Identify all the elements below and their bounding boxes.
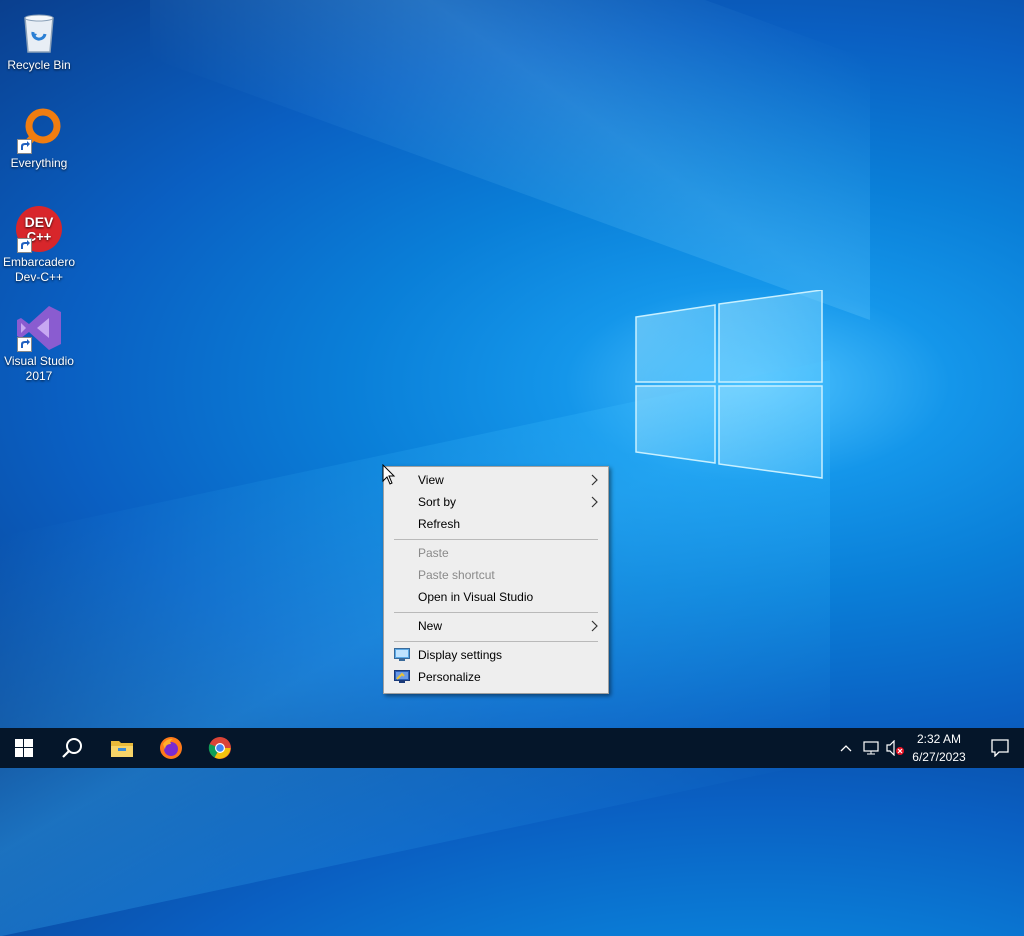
show-hidden-icons-button[interactable] bbox=[836, 728, 856, 768]
file-explorer-button[interactable] bbox=[98, 728, 146, 768]
menu-separator bbox=[394, 539, 598, 540]
devcpp-icon: DEV C++ bbox=[15, 205, 63, 253]
desktop-icon-label-line2: 2017 bbox=[25, 369, 53, 383]
menu-separator bbox=[394, 612, 598, 613]
search-icon bbox=[62, 738, 82, 758]
menu-item-label: Paste bbox=[418, 546, 449, 560]
firefox-button[interactable] bbox=[147, 728, 195, 768]
desktop-icon-recycle-bin[interactable]: Recycle Bin bbox=[0, 8, 78, 73]
display-icon bbox=[394, 648, 410, 661]
menu-item-label: Display settings bbox=[418, 648, 503, 662]
notifications-icon bbox=[991, 739, 1009, 757]
start-button[interactable] bbox=[0, 728, 48, 768]
desktop-icon-visual-studio[interactable]: Visual Studio 2017 bbox=[0, 304, 78, 384]
desktop-icon-label: Recycle Bin bbox=[7, 58, 71, 72]
desktop-icon-devcpp[interactable]: DEV C++ Embarcadero Dev-C++ bbox=[0, 205, 78, 285]
everything-search-icon bbox=[15, 106, 63, 154]
firefox-icon bbox=[160, 737, 182, 759]
shortcut-arrow-icon bbox=[17, 238, 32, 253]
volume-muted-icon bbox=[886, 740, 904, 756]
desktop-icon-label: Everything bbox=[10, 156, 68, 170]
desktop-icon-label-line2: Dev-C++ bbox=[14, 270, 64, 284]
menu-item-display-settings[interactable]: Display settings bbox=[384, 644, 608, 666]
submenu-arrow-icon bbox=[591, 620, 598, 632]
menu-item-label: Refresh bbox=[418, 517, 461, 531]
menu-item-label: Sort by bbox=[418, 495, 457, 509]
menu-item-open-in-visual-studio[interactable]: Open in Visual Studio bbox=[384, 586, 608, 608]
desktop-context-menu: View Sort by Refresh Paste Paste shortcu… bbox=[383, 466, 609, 694]
menu-item-view[interactable]: View bbox=[384, 469, 608, 491]
desktop-icon-label-line1: Embarcadero bbox=[2, 255, 76, 269]
shortcut-arrow-icon bbox=[17, 139, 32, 154]
menu-item-refresh[interactable]: Refresh bbox=[384, 513, 608, 535]
chevron-up-icon bbox=[840, 745, 852, 752]
recycle-bin-icon bbox=[15, 8, 63, 56]
menu-item-label: Paste shortcut bbox=[418, 568, 495, 582]
menu-separator bbox=[394, 641, 598, 642]
submenu-arrow-icon bbox=[591, 496, 598, 508]
search-button[interactable] bbox=[48, 728, 96, 768]
start-icon bbox=[15, 739, 33, 757]
chrome-button[interactable] bbox=[196, 728, 244, 768]
network-icon bbox=[863, 741, 879, 755]
network-button[interactable] bbox=[860, 728, 882, 768]
menu-item-label: Personalize bbox=[418, 670, 481, 684]
menu-item-label: View bbox=[418, 473, 444, 487]
menu-item-paste-shortcut[interactable]: Paste shortcut bbox=[384, 564, 608, 586]
action-center-button[interactable] bbox=[976, 728, 1024, 768]
file-explorer-icon bbox=[111, 741, 133, 757]
menu-item-new[interactable]: New bbox=[384, 615, 608, 637]
desktop-icon-everything[interactable]: Everything bbox=[0, 106, 78, 171]
menu-item-paste[interactable]: Paste bbox=[384, 542, 608, 564]
desktop-icon-label-line1: Visual Studio bbox=[4, 354, 74, 368]
personalize-icon bbox=[394, 670, 410, 683]
mouse-cursor-icon bbox=[382, 464, 396, 485]
visual-studio-icon bbox=[15, 304, 63, 352]
menu-item-sort-by[interactable]: Sort by bbox=[384, 491, 608, 513]
wallpaper-light-beam bbox=[150, 0, 870, 321]
shortcut-arrow-icon bbox=[17, 337, 32, 352]
submenu-arrow-icon bbox=[591, 474, 598, 486]
clock-time[interactable]: 2:32 AM bbox=[904, 732, 974, 746]
chrome-icon bbox=[208, 737, 231, 759]
menu-item-personalize[interactable]: Personalize bbox=[384, 666, 608, 688]
menu-item-label: Open in Visual Studio bbox=[418, 590, 534, 604]
svg-text:DEV: DEV bbox=[25, 214, 54, 230]
taskbar: 2:32 AM 6/27/2023 bbox=[0, 728, 1024, 768]
menu-item-label: New bbox=[418, 619, 443, 633]
windows-logo-wallpaper bbox=[635, 290, 823, 479]
volume-button[interactable] bbox=[884, 728, 906, 768]
clock-date[interactable]: 6/27/2023 bbox=[904, 750, 974, 764]
